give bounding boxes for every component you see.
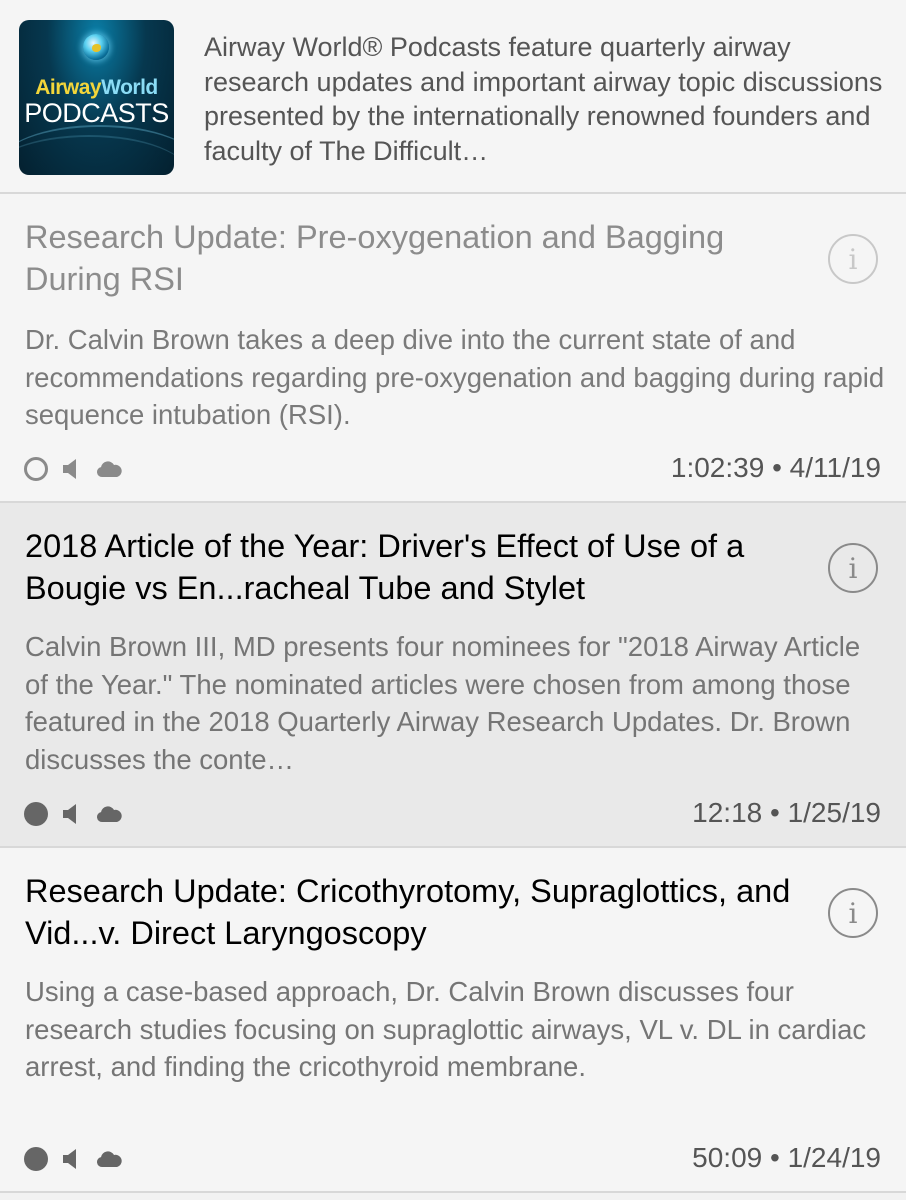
cloud-icon (96, 1151, 122, 1167)
episode-description: Calvin Brown III, MD presents four nomin… (25, 631, 861, 775)
episode-row[interactable]: 2018 Article of the Year: Driver's Effec… (0, 503, 906, 848)
unplayed-dot-icon (24, 802, 48, 826)
speaker-icon (63, 1149, 76, 1169)
episode-title: 2018 Article of the Year: Driver's Effec… (25, 528, 745, 606)
episode-status-icons (24, 1147, 122, 1171)
episode-description: Dr. Calvin Brown takes a deep dive into … (25, 324, 885, 430)
speaker-icon (63, 459, 76, 479)
episode-title: Research Update: Cricothyrotomy, Supragl… (25, 873, 791, 951)
info-icon: i (848, 551, 858, 585)
podcast-header: AirwayWorld PODCASTS Airway World® Podca… (0, 0, 906, 194)
info-button[interactable]: i (828, 543, 878, 593)
artwork-title-world: World (101, 76, 158, 99)
podcast-description[interactable]: Airway World® Podcasts feature quarterly… (204, 30, 884, 168)
episode-title: Research Update: Pre-oxygenation and Bag… (25, 219, 725, 297)
episode-row[interactable]: Research Update: Pre-oxygenation and Bag… (0, 194, 906, 503)
podcast-artwork[interactable]: AirwayWorld PODCASTS (19, 20, 174, 175)
info-button[interactable]: i (828, 888, 878, 938)
artwork-title: AirwayWorld (19, 76, 174, 100)
episode-status-icons (24, 457, 122, 481)
episode-description: Using a case-based approach, Dr. Calvin … (25, 976, 867, 1082)
unplayed-dot-icon (24, 1147, 48, 1171)
artwork-title-airway: Airway (35, 76, 102, 99)
cloud-icon (96, 806, 122, 822)
info-button[interactable]: i (828, 234, 878, 284)
episode-status-icons (24, 802, 122, 826)
speaker-icon (63, 804, 76, 824)
episode-duration-date: 1:02:39 • 4/11/19 (670, 452, 881, 483)
info-icon: i (848, 242, 858, 276)
globe-icon (83, 34, 109, 60)
episode-duration-date: 50:09 • 1/24/19 (692, 1142, 881, 1173)
unplayed-circle-icon (24, 457, 48, 481)
episode-row[interactable]: Research Update: Cricothyrotomy, Supragl… (0, 848, 906, 1193)
info-icon: i (848, 896, 858, 930)
cloud-icon (96, 461, 122, 477)
episode-duration-date: 12:18 • 1/25/19 (692, 797, 881, 828)
